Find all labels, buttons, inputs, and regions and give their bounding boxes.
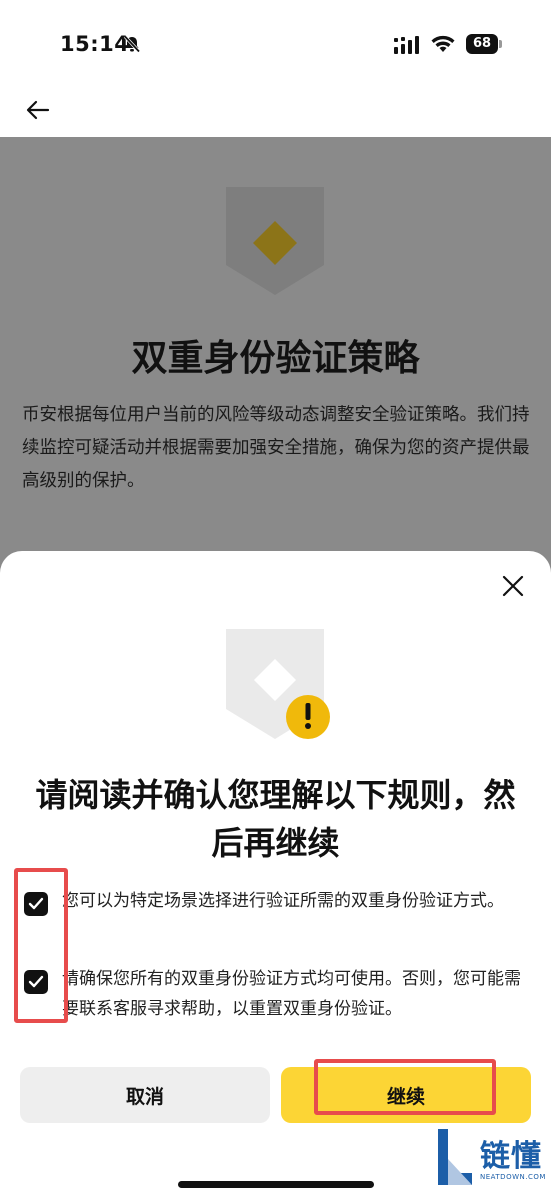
- watermark-site: NEATDOWN.COM: [480, 1173, 546, 1181]
- rule-1-text: 您可以为特定场景选择进行验证所需的双重身份验证方式。: [62, 891, 504, 911]
- status-time: 15:14: [60, 32, 130, 56]
- rule-2-text: 请确保您所有的双重身份验证方式均可使用。否则，您可能需要联系客服寻求帮助，以重置…: [62, 969, 521, 1019]
- continue-highlight-box: [314, 1059, 496, 1115]
- sheet-title: 请阅读并确认您理解以下规则，然后再继续: [35, 776, 516, 862]
- page-title: 双重身份验证策略: [131, 338, 420, 379]
- close-button[interactable]: [496, 569, 530, 603]
- bell-muted-icon: [123, 35, 141, 53]
- watermark-l-icon: [438, 1129, 472, 1185]
- cancel-button[interactable]: 取消: [20, 1067, 270, 1123]
- signal-icon: [394, 36, 419, 54]
- checkbox-highlight-box: [14, 868, 68, 1023]
- watermark-logo: 链懂 NEATDOWN.COM: [434, 1129, 551, 1189]
- arrow-left-icon: [26, 100, 50, 120]
- page-description: 币安根据每位用户当前的风险等级动态调整安全验证策略。我们持续监控可疑活动并根据需…: [22, 405, 530, 491]
- battery-cap: [499, 40, 502, 48]
- confirm-rules-sheet: 请阅读并确认您理解以下规则，然后再继续 您可以为特定场景选择进行验证所需的双重身…: [0, 551, 551, 1200]
- status-bar: 15:14 68: [0, 0, 551, 90]
- battery-indicator: 68: [466, 34, 502, 54]
- shield-icon: [226, 187, 324, 295]
- wifi-icon: [431, 35, 455, 52]
- watermark-name: 链懂: [480, 1139, 542, 1174]
- close-icon: [502, 575, 524, 597]
- battery-level: 68: [466, 34, 498, 54]
- shield-warning-icon: [226, 629, 330, 739]
- home-indicator: [178, 1181, 374, 1188]
- back-button[interactable]: [18, 90, 58, 130]
